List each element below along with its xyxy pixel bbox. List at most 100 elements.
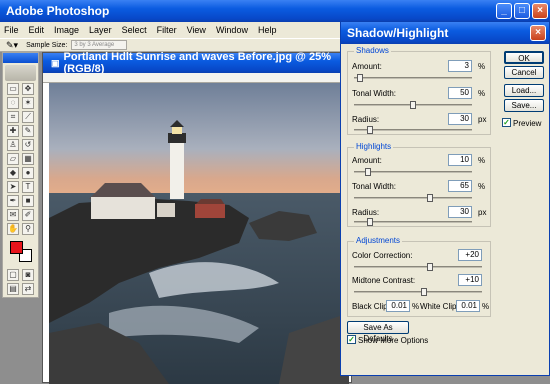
- highlights-amount-field[interactable]: 10: [448, 154, 472, 166]
- preview-label: Preview: [513, 119, 542, 128]
- menu-select[interactable]: Select: [122, 25, 147, 35]
- white-clip-field[interactable]: 0.01: [456, 300, 480, 312]
- highlights-radius-field[interactable]: 30: [448, 206, 472, 218]
- shadows-radius-thumb[interactable]: [367, 126, 374, 134]
- adjustments-group: Adjustments Color Correction: +20 Midton…: [347, 236, 491, 317]
- slice-tool-icon[interactable]: ⟋: [22, 111, 34, 123]
- shadows-tonal-unit: %: [478, 89, 486, 98]
- history-brush-icon[interactable]: ↺: [22, 139, 34, 151]
- black-clip-unit: %: [412, 302, 420, 311]
- color-correction-field[interactable]: +20: [458, 249, 482, 261]
- highlights-amount-label: Amount:: [352, 156, 382, 165]
- load-button[interactable]: Load...: [504, 84, 544, 97]
- quick-mask-icon[interactable]: ◙: [22, 269, 34, 281]
- shadows-amount-label: Amount:: [352, 62, 382, 71]
- midtone-contrast-slider[interactable]: [354, 288, 482, 296]
- path-select-tool-icon[interactable]: ➤: [7, 181, 19, 193]
- shadows-radius-slider[interactable]: [354, 126, 472, 134]
- save-as-defaults-button[interactable]: Save As Defaults: [347, 321, 409, 343]
- shadows-tonal-slider[interactable]: [354, 101, 472, 109]
- highlights-group: Highlights Amount: 10 % Tonal Width: 65 …: [347, 142, 491, 227]
- menu-layer[interactable]: Layer: [89, 25, 112, 35]
- notes-tool-icon[interactable]: ✉: [7, 209, 19, 221]
- highlights-radius-slider[interactable]: [354, 218, 472, 226]
- menu-edit[interactable]: Edit: [29, 25, 45, 35]
- screen-mode-icon[interactable]: ▤: [7, 283, 19, 295]
- save-button[interactable]: Save...: [504, 99, 544, 112]
- brush-tool-icon[interactable]: ✎: [22, 125, 34, 137]
- dialog-title-bar: Shadow/Highlight ×: [341, 22, 549, 44]
- hand-tool-icon[interactable]: ✋: [7, 223, 19, 235]
- highlights-tonal-label: Tonal Width:: [352, 182, 397, 191]
- shadows-radius-label: Radius:: [352, 115, 380, 124]
- color-correction-thumb[interactable]: [427, 263, 434, 271]
- shadows-amount-thumb[interactable]: [357, 74, 364, 82]
- maximize-icon[interactable]: □: [514, 3, 530, 19]
- marquee-tool-icon[interactable]: ▭: [7, 83, 19, 95]
- highlights-amount-slider[interactable]: [354, 168, 472, 176]
- sample-size-label: Sample Size:: [26, 41, 68, 49]
- cancel-button[interactable]: Cancel: [504, 66, 544, 79]
- menu-image[interactable]: Image: [54, 25, 79, 35]
- highlights-tonal-thumb[interactable]: [426, 194, 433, 202]
- dialog-title: Shadow/Highlight: [347, 26, 449, 40]
- menu-filter[interactable]: Filter: [157, 25, 177, 35]
- app-title-bar: Adobe Photoshop _ □ ×: [0, 0, 550, 22]
- lasso-tool-icon[interactable]: ◌: [7, 97, 19, 109]
- preview-checkbox[interactable]: ✓: [502, 118, 511, 127]
- midtone-contrast-label: Midtone Contrast:: [352, 276, 416, 285]
- dialog-close-icon[interactable]: ×: [530, 25, 546, 41]
- lighthouse-photo[interactable]: [49, 83, 349, 384]
- photo-canvas: [49, 83, 349, 384]
- shadows-amount-slider[interactable]: [354, 74, 472, 82]
- stamp-tool-icon[interactable]: ♙: [7, 139, 19, 151]
- highlights-radius-thumb[interactable]: [367, 218, 374, 226]
- zoom-tool-icon[interactable]: ⚲: [22, 223, 34, 235]
- sample-size-select[interactable]: 3 by 3 Average: [71, 40, 128, 50]
- menu-window[interactable]: Window: [216, 25, 248, 35]
- jump-to-imageready-icon[interactable]: ⇄: [22, 283, 34, 295]
- highlights-tonal-field[interactable]: 65: [448, 180, 472, 192]
- magic-wand-tool-icon[interactable]: ✶: [22, 97, 34, 109]
- gradient-tool-icon[interactable]: ▦: [22, 153, 34, 165]
- show-more-options-checkbox[interactable]: ✓: [347, 335, 356, 344]
- white-clip-unit: %: [482, 302, 490, 311]
- foreground-color-swatch[interactable]: [10, 241, 23, 254]
- shadows-tonal-field[interactable]: 50: [448, 87, 472, 99]
- eraser-tool-icon[interactable]: ▱: [7, 153, 19, 165]
- midtone-contrast-field[interactable]: +10: [458, 274, 482, 286]
- highlights-tonal-slider[interactable]: [354, 194, 472, 202]
- highlights-amount-thumb[interactable]: [365, 168, 372, 176]
- blur-tool-icon[interactable]: ◆: [7, 167, 19, 179]
- move-tool-icon[interactable]: ✥: [22, 83, 34, 95]
- document-ruler: [43, 73, 351, 83]
- dodge-tool-icon[interactable]: ●: [22, 167, 34, 179]
- shadows-radius-field[interactable]: 30: [448, 113, 472, 125]
- pen-tool-icon[interactable]: ✒: [7, 195, 19, 207]
- ok-button[interactable]: OK: [504, 51, 544, 64]
- toolbox: ▭ ✥ ◌ ✶ ⌗ ⟋ ✚ ✎ ♙ ↺ ▱ ▦ ◆ ● ➤ T ✒ ■ ✉ ✐ …: [2, 52, 39, 298]
- standard-mode-icon[interactable]: ▢: [7, 269, 19, 281]
- menu-help[interactable]: Help: [258, 25, 277, 35]
- photoshop-logo-icon[interactable]: [5, 65, 36, 81]
- highlights-radius-label: Radius:: [352, 208, 380, 217]
- minimize-icon[interactable]: _: [496, 3, 512, 19]
- shape-tool-icon[interactable]: ■: [22, 195, 34, 207]
- eyedropper-tool-icon[interactable]: ✐: [22, 209, 34, 221]
- app-title: Adobe Photoshop: [6, 4, 110, 18]
- shadow-highlight-dialog: Shadow/Highlight × Shadows Amount: 3 % T…: [340, 21, 550, 376]
- menu-file[interactable]: File: [4, 25, 19, 35]
- type-tool-icon[interactable]: T: [22, 181, 34, 193]
- shadows-amount-field[interactable]: 3: [448, 60, 472, 72]
- black-clip-field[interactable]: 0.01: [386, 300, 410, 312]
- eyedropper-icon[interactable]: ✎▾: [6, 40, 18, 51]
- color-correction-slider[interactable]: [354, 263, 482, 271]
- crop-tool-icon[interactable]: ⌗: [7, 111, 19, 123]
- black-clip-label: Black Clip:: [352, 302, 390, 311]
- healing-tool-icon[interactable]: ✚: [7, 125, 19, 137]
- midtone-contrast-thumb[interactable]: [421, 288, 428, 296]
- highlights-radius-unit: px: [478, 208, 487, 217]
- shadows-tonal-thumb[interactable]: [410, 101, 416, 109]
- close-icon[interactable]: ×: [532, 3, 548, 19]
- menu-view[interactable]: View: [187, 25, 206, 35]
